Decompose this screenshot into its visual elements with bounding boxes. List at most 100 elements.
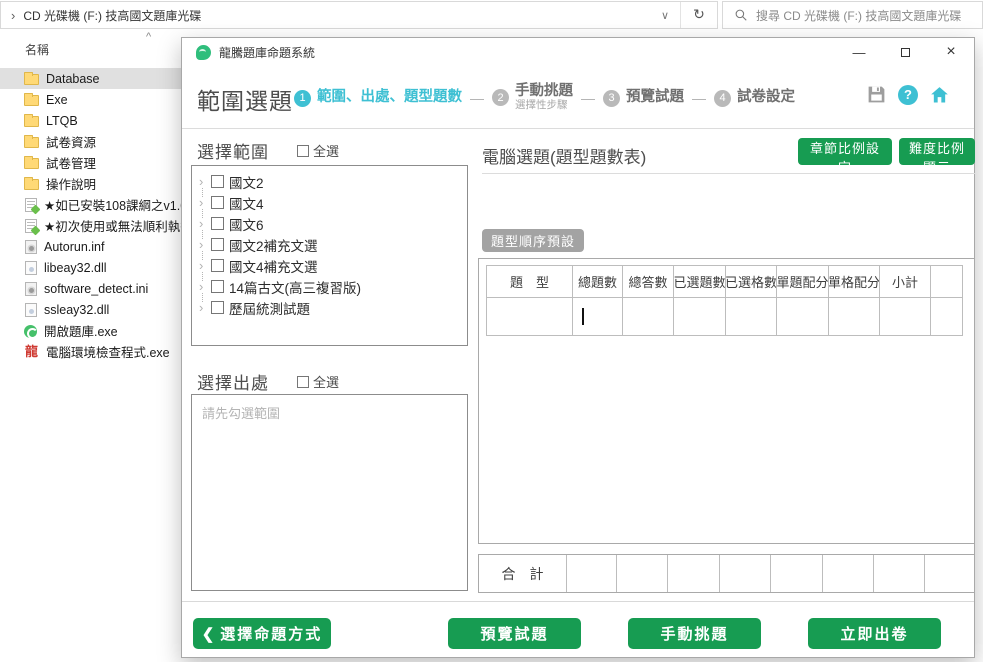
table-cell[interactable] — [573, 298, 623, 336]
explorer-toolbar: › CD 光碟機 (F:) 技高國文題庫光碟 ∨ ↻ 搜尋 CD 光碟機 (F:… — [0, 0, 983, 30]
tree-item[interactable]: ›國文2 — [192, 171, 467, 192]
address-bar[interactable]: › CD 光碟機 (F:) 技高國文題庫光碟 ∨ ↻ — [0, 1, 718, 29]
table-cell[interactable] — [726, 298, 777, 336]
file-row[interactable]: Exe — [0, 89, 181, 110]
question-order-badge[interactable]: 題型順序預設 — [482, 229, 584, 252]
tree-item[interactable]: ›國文4補充文選 — [192, 255, 467, 276]
sort-ascending-icon[interactable]: ^ — [146, 31, 151, 43]
source-placeholder: 請先勾選範圍 — [202, 403, 457, 422]
file-row[interactable]: 試卷資源 — [0, 131, 181, 152]
file-row[interactable]: Autorun.inf — [0, 236, 181, 257]
file-row[interactable]: LTQB — [0, 110, 181, 131]
tree-checkbox[interactable] — [211, 259, 224, 272]
breadcrumb-chevron-icon: › — [11, 8, 15, 23]
save-icon[interactable] — [866, 84, 887, 105]
step-1[interactable]: 1範圍、出處、題型題數 — [294, 90, 462, 107]
file-list: DatabaseExeLTQB試卷資源試卷管理操作說明★如已安裝108課綱之v1… — [0, 68, 181, 362]
chapter-ratio-button[interactable]: 章節比例設定 — [798, 138, 892, 165]
file-name: libeay32.dll — [44, 261, 107, 275]
folder-icon — [24, 137, 39, 148]
maximize-button[interactable] — [882, 38, 928, 66]
file-row[interactable]: 開啟題庫.exe — [0, 320, 181, 341]
range-select-all-checkbox[interactable] — [297, 145, 309, 157]
tree-expand-icon[interactable]: › — [199, 174, 211, 189]
difficulty-ratio-button[interactable]: 難度比例顯示 — [899, 138, 975, 165]
tree-item[interactable]: › 14篇古文(高三複習版) — [192, 276, 467, 297]
tree-checkbox[interactable] — [211, 280, 224, 293]
preview-questions-button[interactable]: 預覽試題 — [448, 618, 581, 649]
app-window: 龍騰題庫命題系統 — × 範圍選題 1範圍、出處、題型題數—2手動挑題選擇性步驟… — [181, 37, 975, 658]
file-row[interactable]: 試卷管理 — [0, 152, 181, 173]
file-pane: 名稱 ^ DatabaseExeLTQB試卷資源試卷管理操作說明★如已安裝108… — [0, 30, 181, 662]
refresh-icon[interactable]: ↻ — [681, 7, 717, 23]
search-input[interactable]: 搜尋 CD 光碟機 (F:) 技高國文題庫光碟 — [722, 1, 983, 29]
tree-item[interactable]: ›國文6 — [192, 213, 467, 234]
tree-checkbox[interactable] — [211, 196, 224, 209]
tree-item[interactable]: ›國文4 — [192, 192, 467, 213]
close-button[interactable]: × — [928, 38, 974, 66]
tree-expand-icon[interactable]: › — [199, 258, 211, 273]
total-cell — [874, 555, 925, 592]
tree-checkbox[interactable] — [211, 175, 224, 188]
file-row[interactable]: 龍電腦環境檢查程式.exe — [0, 341, 181, 362]
table-cell[interactable] — [487, 298, 573, 336]
file-row[interactable]: libeay32.dll — [0, 257, 181, 278]
total-cell — [720, 555, 771, 592]
table-cell[interactable] — [777, 298, 829, 336]
step-separator: — — [470, 90, 484, 106]
table-header-cell: 總題數 — [573, 266, 623, 298]
file-row[interactable]: 操作說明 — [0, 173, 181, 194]
total-cell — [823, 555, 874, 592]
step-indicator: 1範圍、出處、題型題數—2手動挑題選擇性步驟—3預覽試題—4試卷設定 — [294, 80, 795, 116]
file-row[interactable]: ★如已安裝108課綱之v1.0 — [0, 194, 181, 215]
back-button[interactable]: ❮選擇命題方式 — [193, 618, 331, 649]
generate-paper-button[interactable]: 立即出卷 — [808, 618, 941, 649]
tree-checkbox[interactable] — [211, 238, 224, 251]
tree-expand-icon[interactable]: › — [199, 195, 211, 210]
file-row[interactable]: Database — [0, 68, 181, 89]
file-row[interactable]: ssleay32.dll — [0, 299, 181, 320]
step-3[interactable]: 3預覽試題 — [603, 90, 684, 107]
address-dropdown-icon[interactable]: ∨ — [650, 9, 680, 22]
file-row[interactable]: software_detect.ini — [0, 278, 181, 299]
title-bar[interactable]: 龍騰題庫命題系統 — × — [182, 38, 974, 66]
breadcrumb[interactable]: CD 光碟機 (F:) 技高國文題庫光碟 — [23, 7, 650, 24]
total-cell — [617, 555, 668, 592]
file-name: 電腦環境檢查程式.exe — [46, 342, 170, 361]
app-logo-icon — [196, 45, 211, 60]
step-4[interactable]: 4試卷設定 — [714, 90, 795, 107]
tree-item[interactable]: ›歷屆統測試題 — [192, 297, 467, 318]
table-cell[interactable] — [829, 298, 880, 336]
minimize-button[interactable]: — — [836, 38, 882, 66]
table-cell[interactable] — [623, 298, 674, 336]
manual-pick-button[interactable]: 手動挑題 — [628, 618, 761, 649]
range-select-all[interactable]: 全選 — [297, 141, 339, 160]
step-2[interactable]: 2手動挑題選擇性步驟 — [492, 84, 573, 111]
file-row[interactable]: ★初次使用或無法順利執行 — [0, 215, 181, 236]
tree-item[interactable]: ›國文2補充文選 — [192, 234, 467, 255]
table-header-cell: 總答數 — [623, 266, 674, 298]
tree-expand-icon[interactable]: › — [199, 216, 211, 231]
table-cell[interactable] — [674, 298, 726, 336]
tree-checkbox[interactable] — [211, 301, 224, 314]
question-type-table: 題 型總題數總答數已選題數已選格數單題配分單格配分小計 — [478, 258, 975, 544]
step-label: 預覽試題 — [626, 90, 684, 106]
home-icon[interactable] — [929, 85, 950, 105]
file-name: 操作說明 — [46, 174, 96, 193]
source-select-all-checkbox[interactable] — [297, 376, 309, 388]
help-icon[interactable]: ? — [898, 85, 918, 105]
source-select-all[interactable]: 全選 — [297, 372, 339, 391]
app-green-icon — [24, 325, 37, 338]
tree-expand-icon[interactable]: › — [199, 300, 211, 315]
table-cell[interactable] — [931, 298, 963, 336]
folder-icon — [24, 95, 39, 106]
tree-checkbox[interactable] — [211, 217, 224, 230]
step-labels: 試卷設定 — [737, 90, 795, 106]
source-list[interactable]: 請先勾選範圍 — [191, 394, 468, 591]
name-column-header[interactable]: 名稱 — [25, 41, 49, 58]
tree-expand-icon[interactable]: › — [199, 237, 211, 252]
step-label: 手動挑題 — [515, 84, 573, 100]
tree-item-label: 14篇古文(高三複習版) — [229, 277, 361, 297]
tree-expand-icon[interactable]: › — [199, 279, 211, 294]
table-cell[interactable] — [880, 298, 931, 336]
